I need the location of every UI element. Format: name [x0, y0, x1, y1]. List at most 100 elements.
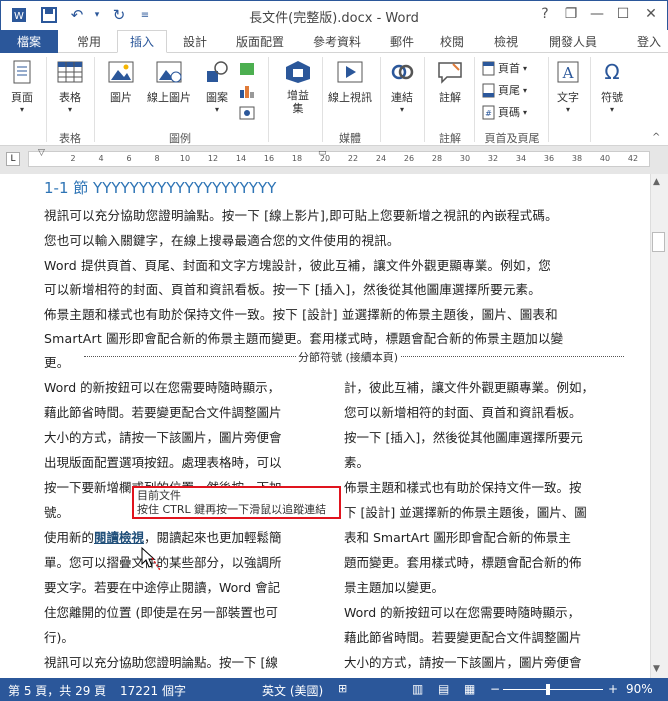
group-divider	[590, 57, 591, 142]
mouse-pointer-icon	[140, 546, 162, 575]
sign-in-link[interactable]: 登入	[630, 30, 668, 53]
tab-mailings[interactable]: 郵件	[382, 30, 422, 53]
body-line: 可以新增相符的封面、頁首和資訊看板。按一下 [插入]，然後從其他圖庫選擇所要元素…	[44, 282, 541, 297]
scroll-down-icon[interactable]: ▼	[653, 664, 660, 674]
picture-button[interactable]: 圖片	[104, 58, 138, 105]
word-count[interactable]: 17221 個字	[120, 682, 186, 699]
addins-button[interactable]: 增益 集	[276, 58, 320, 115]
zoom-slider-thumb[interactable]	[546, 684, 550, 695]
screenshot-button[interactable]	[238, 104, 256, 122]
header-label: 頁首	[498, 62, 520, 75]
page-count[interactable]: 第 5 頁，共 29 頁	[8, 682, 106, 699]
help-button[interactable]: ?	[532, 3, 558, 25]
left-column-line: Word 的新按鈕可以在您需要時隨時顯示，	[44, 380, 281, 395]
language-indicator[interactable]: 英文 (美國)	[262, 682, 323, 699]
table-icon	[56, 58, 84, 86]
tab-layout[interactable]: 版面配置	[228, 30, 292, 53]
body-line: 視訊可以充分協助您證明論點。按一下 [線上影片],即可貼上您要新增之視訊的內嵌程…	[44, 208, 558, 223]
group-divider	[94, 57, 95, 142]
page-number-button[interactable]: # 頁碼 ▾	[482, 104, 527, 120]
footer-button[interactable]: 頁尾 ▾	[482, 82, 527, 98]
tab-design[interactable]: 設計	[172, 30, 218, 53]
indent-marker-icon[interactable]: ▽	[38, 148, 45, 158]
web-layout-icon[interactable]: ▦	[464, 682, 475, 696]
smartart-button[interactable]	[238, 60, 256, 78]
group-divider	[322, 57, 323, 142]
table-label: 表格	[59, 91, 81, 104]
tab-insert[interactable]: 插入	[117, 30, 167, 53]
link-suffix: ，閱讀起來也更加輕鬆簡	[144, 530, 282, 545]
ribbon-display-button[interactable]: ❐	[558, 3, 584, 25]
symbol-button[interactable]: Ω 符號 ▾	[594, 58, 630, 114]
scrollbar-thumb[interactable]	[652, 232, 665, 252]
online-video-button[interactable]: 線上視訊	[324, 58, 376, 105]
ruler-tick-label: 4	[98, 154, 104, 163]
column-marker-icon[interactable]: ▭	[318, 148, 327, 158]
header-button[interactable]: 頁首 ▾	[482, 60, 527, 76]
zoom-out-button[interactable]: −	[490, 682, 500, 696]
links-label: 連結	[391, 91, 413, 104]
text-button[interactable]: A 文字 ▾	[552, 58, 584, 114]
online-picture-button[interactable]: 線上圖片	[142, 58, 196, 105]
symbol-label: 符號	[601, 91, 623, 104]
reading-view-link[interactable]: 閱讀檢視	[94, 530, 144, 545]
left-column-line: 住您離開的位置 (即使是在另一部裝置也可	[44, 605, 278, 620]
table-button[interactable]: 表格 ▾	[52, 58, 88, 114]
tab-developer[interactable]: 開發人員	[540, 30, 606, 53]
tab-review[interactable]: 校閱	[432, 30, 472, 53]
ruler-tick-label: 26	[403, 154, 415, 163]
footer-label: 頁尾	[498, 84, 520, 97]
scroll-up-icon[interactable]: ▲	[653, 177, 660, 187]
page-button[interactable]: 頁面 ▾	[4, 58, 40, 114]
group-divider	[268, 57, 269, 142]
store-icon	[284, 58, 312, 86]
addins-label: 增益 集	[287, 89, 309, 115]
tab-references[interactable]: 參考資料	[304, 30, 370, 53]
left-column-line: 行)。	[44, 630, 74, 645]
group-label-header-footer: 頁首及頁尾	[484, 132, 540, 145]
tab-view[interactable]: 檢視	[486, 30, 526, 53]
read-mode-icon[interactable]: ▥	[412, 682, 423, 696]
group-label-media: 媒體	[339, 132, 361, 145]
group-divider	[424, 57, 425, 142]
page-label: 頁面	[11, 91, 33, 104]
svg-text:A: A	[562, 64, 574, 82]
group-divider	[46, 57, 47, 142]
maximize-button[interactable]: ☐	[610, 3, 636, 25]
ruler-tick-label: 42	[627, 154, 639, 163]
zoom-in-button[interactable]: +	[608, 682, 618, 696]
tab-home[interactable]: 常用	[66, 30, 112, 53]
print-layout-icon[interactable]: ▤	[438, 682, 449, 696]
proofing-icon[interactable]: ⊞	[338, 682, 347, 695]
header-icon	[482, 61, 495, 75]
page-number-label: 頁碼	[498, 106, 520, 119]
zoom-slider[interactable]	[503, 689, 603, 690]
ruler-tick-label: 24	[375, 154, 387, 163]
left-column-line: 單。您可以摺疊文件的某些部分，以強調所	[44, 555, 282, 570]
zoom-level[interactable]: 90%	[626, 682, 653, 696]
close-button[interactable]: ✕	[638, 3, 664, 25]
right-column-line: 計，彼此互補，讓文件外觀更顯專業。例如，	[344, 380, 595, 395]
ruler-tick-label: 38	[571, 154, 583, 163]
section-break-label: 分節符號 (接續本頁)	[296, 349, 401, 365]
body-line: Word 提供頁首、頁尾、封面和文字方塊設計，彼此互補，讓文件外觀更顯專業。例如…	[44, 258, 552, 273]
links-button[interactable]: 連結 ▾	[384, 58, 420, 114]
right-column-line: 大小的方式，請按一下該圖片，圖片旁便會	[344, 655, 582, 670]
ruler-tick-label: 2	[70, 154, 76, 163]
comment-button[interactable]: 註解	[430, 58, 470, 105]
tab-selector-icon[interactable]: L	[6, 152, 20, 166]
hyperlink-tooltip: 目前文件 按住 CTRL 鍵再按一下滑鼠以追蹤連結	[132, 486, 341, 519]
smartart-icon	[240, 63, 254, 75]
group-divider	[548, 57, 549, 142]
right-column-line: 您可以新增相符的封面、頁首和資訊看板。	[344, 405, 582, 420]
chart-button[interactable]	[238, 82, 256, 100]
left-column-line: 大小的方式，請按一下該圖片，圖片旁便會	[44, 430, 282, 445]
left-column-line: 要文字。若要在中途停止閱讀，Word 會記	[44, 580, 281, 595]
shapes-button[interactable]: 圖案 ▾	[200, 58, 234, 114]
body-line: SmartArt 圖形即會配合新的佈景主題而變更。套用樣式時，標題會配合新的佈景…	[44, 331, 564, 346]
collapse-ribbon-icon[interactable]: ^	[652, 132, 660, 143]
tab-file[interactable]: 檔案	[0, 30, 58, 53]
minimize-button[interactable]: —	[584, 3, 610, 25]
screenshot-icon	[239, 106, 255, 120]
link-prefix: 使用新的	[44, 530, 95, 545]
